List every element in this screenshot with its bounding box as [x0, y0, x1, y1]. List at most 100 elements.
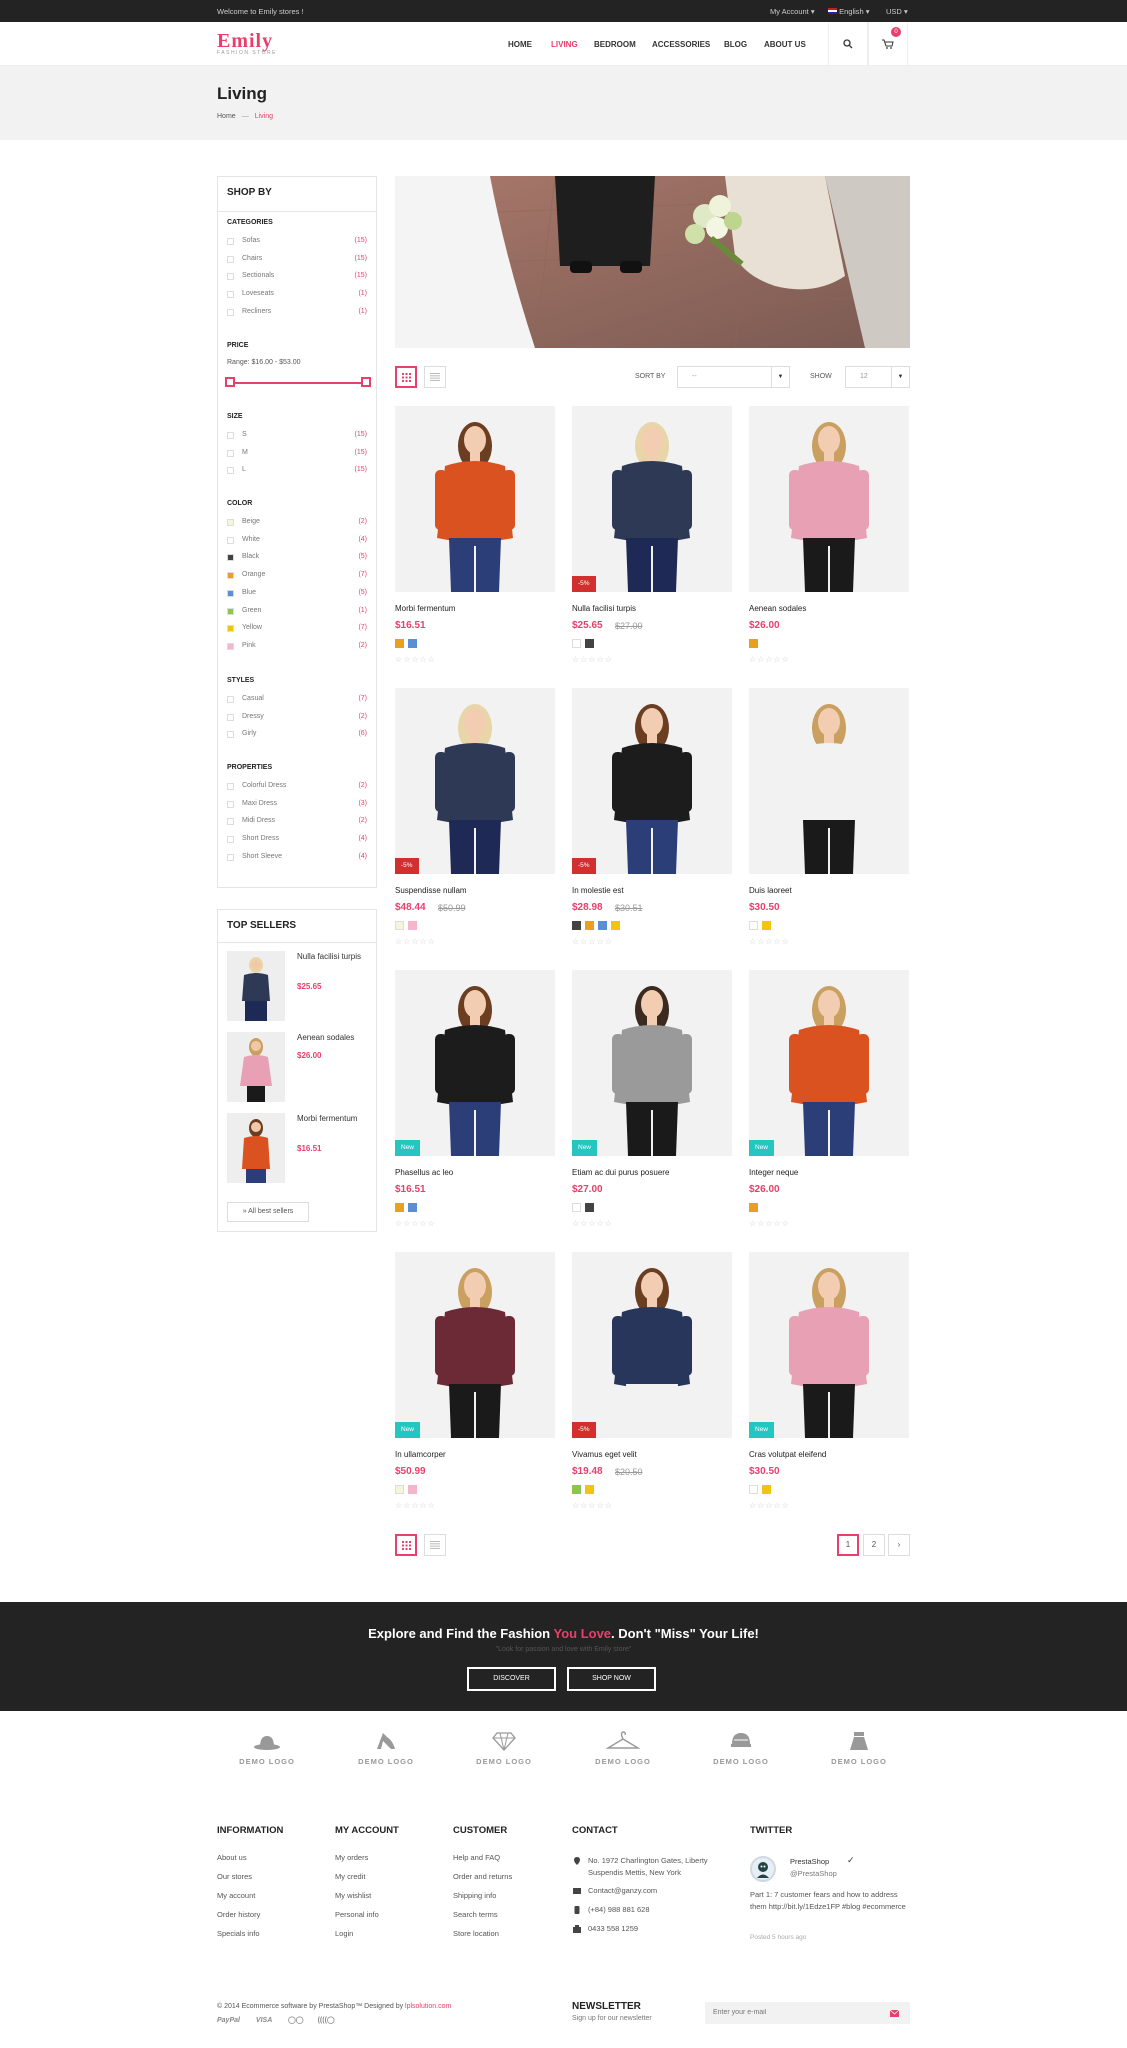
category-filter-sectionals[interactable]: Sectionals (15): [227, 272, 367, 283]
newsletter-email-input[interactable]: [705, 2002, 910, 2024]
color-swatch[interactable]: [572, 639, 581, 648]
color-filter-pink[interactable]: Pink (2): [227, 642, 367, 653]
property-filter-midi-dress[interactable]: Midi Dress (2): [227, 817, 367, 828]
footer-link[interactable]: My account: [217, 1891, 283, 1910]
color-swatch[interactable]: [227, 536, 234, 544]
checkbox[interactable]: [227, 432, 234, 439]
checkbox[interactable]: [227, 238, 234, 245]
product-card[interactable]: -5% Vivamus eget velit $19.48 $20.50 ☆☆☆☆☆: [572, 1252, 732, 1517]
product-name[interactable]: In ullamcorper: [395, 1450, 446, 1459]
top-seller-name[interactable]: Aenean sodales: [297, 1032, 367, 1044]
product-image[interactable]: New: [749, 1252, 909, 1438]
brand-logo[interactable]: DEMO LOGO: [701, 1727, 781, 1766]
property-filter-short-sleeve[interactable]: Short Sleeve (4): [227, 853, 367, 864]
brand-logo[interactable]: DEMO LOGO: [346, 1727, 426, 1766]
footer-link[interactable]: Search terms: [453, 1910, 512, 1929]
nav-accessories[interactable]: ACCESSORIES: [652, 40, 710, 49]
product-image[interactable]: New: [395, 1252, 555, 1438]
checkbox[interactable]: [227, 713, 234, 721]
checkbox[interactable]: [227, 696, 234, 703]
checkbox[interactable]: [227, 467, 234, 475]
product-card[interactable]: Duis laoreet $30.50 ☆☆☆☆☆: [749, 688, 909, 953]
product-image[interactable]: -5%: [572, 406, 732, 592]
style-filter-casual[interactable]: Casual (7): [227, 695, 367, 706]
product-card[interactable]: New Integer neque $26.00 ☆☆☆☆☆: [749, 970, 909, 1235]
language-dropdown[interactable]: English ▾: [828, 7, 870, 16]
color-swatch[interactable]: [408, 639, 417, 648]
product-image[interactable]: [395, 406, 555, 592]
top-seller-image[interactable]: [227, 951, 285, 1021]
color-swatch[interactable]: [585, 921, 594, 930]
product-name[interactable]: Integer neque: [749, 1168, 798, 1177]
grid-view-button[interactable]: [395, 366, 417, 388]
product-card[interactable]: Aenean sodales $26.00 ☆☆☆☆☆: [749, 406, 909, 671]
size-filter-s[interactable]: S (15): [227, 431, 367, 442]
size-filter-l[interactable]: L (15): [227, 466, 367, 477]
site-logo[interactable]: Emily FASHION STORE: [217, 30, 277, 56]
color-swatch[interactable]: [227, 572, 234, 580]
nav-blog[interactable]: BLOG: [724, 40, 747, 49]
product-card[interactable]: New Etiam ac dui purus posuere $27.00 ☆☆☆☆☆: [572, 970, 732, 1235]
product-card[interactable]: New In ullamcorper $50.99 ☆☆☆☆☆: [395, 1252, 555, 1517]
product-name[interactable]: Nulla facilisi turpis: [572, 604, 636, 613]
color-swatch[interactable]: [408, 921, 417, 930]
footer-link[interactable]: About us: [217, 1853, 283, 1872]
footer-link[interactable]: My orders: [335, 1853, 399, 1872]
show-count-select[interactable]: 12 ▼: [845, 366, 910, 388]
color-swatch[interactable]: [749, 1485, 758, 1494]
footer-link[interactable]: Order history: [217, 1910, 283, 1929]
nav-about-us[interactable]: ABOUT US: [764, 40, 806, 49]
product-name[interactable]: Vivamus eget velit: [572, 1450, 637, 1459]
footer-link[interactable]: Specials info: [217, 1929, 283, 1948]
product-card[interactable]: -5% Nulla facilisi turpis $25.65 $27.00 ☆☆☆☆…: [572, 406, 732, 671]
cart-button[interactable]: [868, 22, 908, 66]
color-filter-white[interactable]: White (4): [227, 536, 367, 547]
checkbox[interactable]: [227, 853, 234, 861]
twitter-handle[interactable]: @PrestaShop: [790, 1869, 837, 1878]
list-view-button[interactable]: [424, 366, 446, 388]
footer-link[interactable]: Order and returns: [453, 1872, 512, 1891]
footer-link[interactable]: Personal info: [335, 1910, 399, 1929]
sort-by-select[interactable]: -- ▼: [677, 366, 790, 388]
checkbox[interactable]: [227, 291, 234, 299]
price-slider[interactable]: [225, 377, 371, 387]
product-name[interactable]: Phasellus ac leo: [395, 1168, 453, 1177]
brand-logo[interactable]: DEMO LOGO: [819, 1727, 899, 1766]
color-swatch[interactable]: [227, 625, 234, 633]
color-filter-black[interactable]: Black (5): [227, 553, 367, 564]
color-swatch[interactable]: [572, 1485, 581, 1494]
product-name[interactable]: Aenean sodales: [749, 604, 806, 613]
color-swatch[interactable]: [227, 642, 234, 650]
discover-button[interactable]: DISCOVER: [467, 1667, 556, 1691]
color-swatch[interactable]: [227, 589, 234, 597]
list-view-button[interactable]: [424, 1534, 446, 1556]
product-name[interactable]: Suspendisse nullam: [395, 886, 467, 895]
color-swatch[interactable]: [395, 1485, 404, 1494]
product-card[interactable]: New Phasellus ac leo $16.51 ☆☆☆☆☆: [395, 970, 555, 1235]
product-card[interactable]: Morbi fermentum $16.51 ☆☆☆☆☆: [395, 406, 555, 671]
price-slider-min-handle[interactable]: [225, 377, 235, 387]
footer-link[interactable]: Our stores: [217, 1872, 283, 1891]
footer-link[interactable]: Login: [335, 1929, 399, 1948]
breadcrumb-home[interactable]: Home: [217, 113, 236, 120]
next-page-button[interactable]: ›: [888, 1534, 910, 1556]
product-image[interactable]: [749, 688, 909, 874]
checkbox[interactable]: [227, 308, 234, 316]
checkbox[interactable]: [227, 783, 234, 790]
brand-logo[interactable]: DEMO LOGO: [464, 1727, 544, 1766]
color-swatch[interactable]: [762, 921, 771, 930]
brand-logo[interactable]: DEMO LOGO: [227, 1727, 307, 1766]
all-best-sellers-button[interactable]: » All best sellers: [227, 1202, 309, 1222]
color-swatch[interactable]: [749, 639, 758, 648]
color-swatch[interactable]: [749, 921, 758, 930]
style-filter-girly[interactable]: Girly (6): [227, 730, 367, 741]
footer-link[interactable]: My wishlist: [335, 1891, 399, 1910]
top-seller-image[interactable]: [227, 1113, 285, 1183]
product-image[interactable]: New: [749, 970, 909, 1156]
my-account-dropdown[interactable]: My Account ▾: [770, 7, 815, 16]
color-swatch[interactable]: [227, 607, 234, 615]
color-swatch[interactable]: [395, 921, 404, 930]
nav-bedroom[interactable]: BEDROOM: [594, 40, 636, 49]
product-card[interactable]: -5% In molestie est $28.98 $30.51 ☆☆☆☆☆: [572, 688, 732, 953]
property-filter-colorful-dress[interactable]: Colorful Dress (2): [227, 782, 367, 793]
